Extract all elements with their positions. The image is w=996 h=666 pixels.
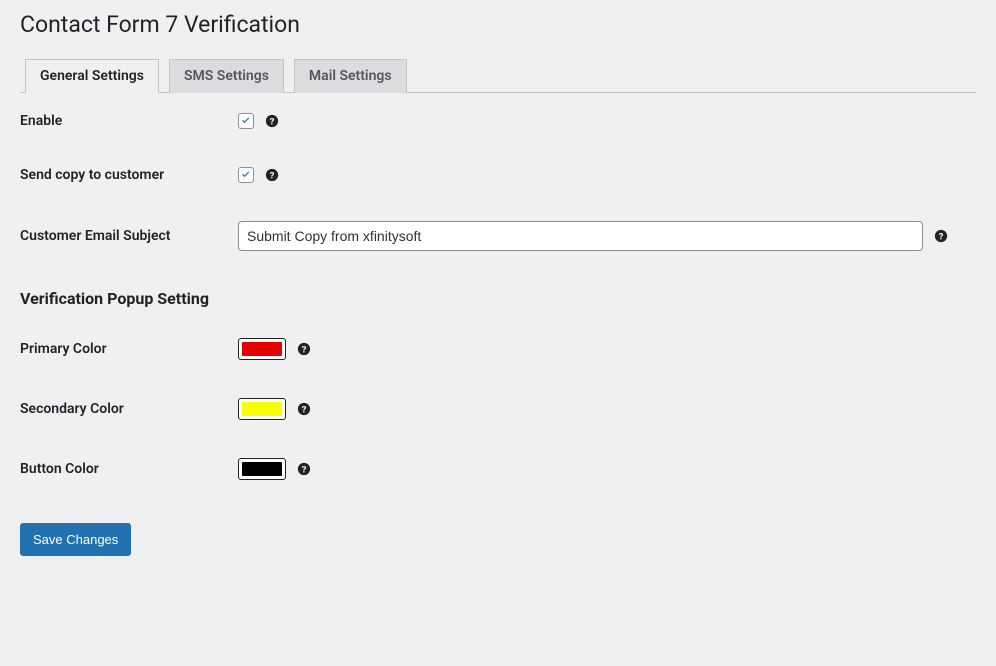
color-picker-button[interactable] <box>238 458 286 480</box>
tab-general-settings[interactable]: General Settings <box>25 59 159 93</box>
section-heading-popup: Verification Popup Setting <box>20 289 209 308</box>
swatch-button <box>242 462 282 476</box>
checkbox-enable[interactable] <box>238 113 254 129</box>
settings-tabs: General Settings SMS Settings Mail Setti… <box>20 58 976 93</box>
page-title: Contact Form 7 Verification <box>20 10 976 40</box>
color-picker-primary[interactable] <box>238 338 286 360</box>
row-send-copy: Send copy to customer ? <box>20 167 976 183</box>
tab-mail-settings[interactable]: Mail Settings <box>294 59 407 93</box>
row-email-subject: Customer Email Subject ? <box>20 221 976 251</box>
row-secondary-color: Secondary Color ? <box>20 398 976 420</box>
check-icon <box>240 169 252 181</box>
help-icon[interactable]: ? <box>264 167 280 183</box>
help-icon[interactable]: ? <box>296 461 312 477</box>
color-picker-secondary[interactable] <box>238 398 286 420</box>
svg-text:?: ? <box>939 231 944 242</box>
row-enable: Enable ? <box>20 113 976 129</box>
help-icon[interactable]: ? <box>264 113 280 129</box>
label-primary-color: Primary Color <box>20 341 238 357</box>
help-icon[interactable]: ? <box>296 401 312 417</box>
svg-text:?: ? <box>270 170 275 181</box>
save-button[interactable]: Save Changes <box>20 523 131 557</box>
input-email-subject[interactable] <box>238 221 923 251</box>
svg-text:?: ? <box>302 404 307 415</box>
swatch-primary <box>242 342 282 356</box>
svg-text:?: ? <box>270 116 275 127</box>
svg-text:?: ? <box>302 464 307 475</box>
svg-text:?: ? <box>302 344 307 355</box>
help-icon[interactable]: ? <box>933 228 949 244</box>
label-enable: Enable <box>20 113 238 129</box>
tab-sms-settings[interactable]: SMS Settings <box>169 59 284 93</box>
swatch-secondary <box>242 402 282 416</box>
row-button-color: Button Color ? <box>20 458 976 480</box>
check-icon <box>240 115 252 127</box>
label-button-color: Button Color <box>20 461 238 477</box>
help-icon[interactable]: ? <box>296 341 312 357</box>
row-popup-heading: Verification Popup Setting <box>20 289 976 308</box>
row-primary-color: Primary Color ? <box>20 338 976 360</box>
label-email-subject: Customer Email Subject <box>20 228 238 244</box>
label-send-copy: Send copy to customer <box>20 167 238 183</box>
label-secondary-color: Secondary Color <box>20 401 238 417</box>
checkbox-send-copy[interactable] <box>238 167 254 183</box>
